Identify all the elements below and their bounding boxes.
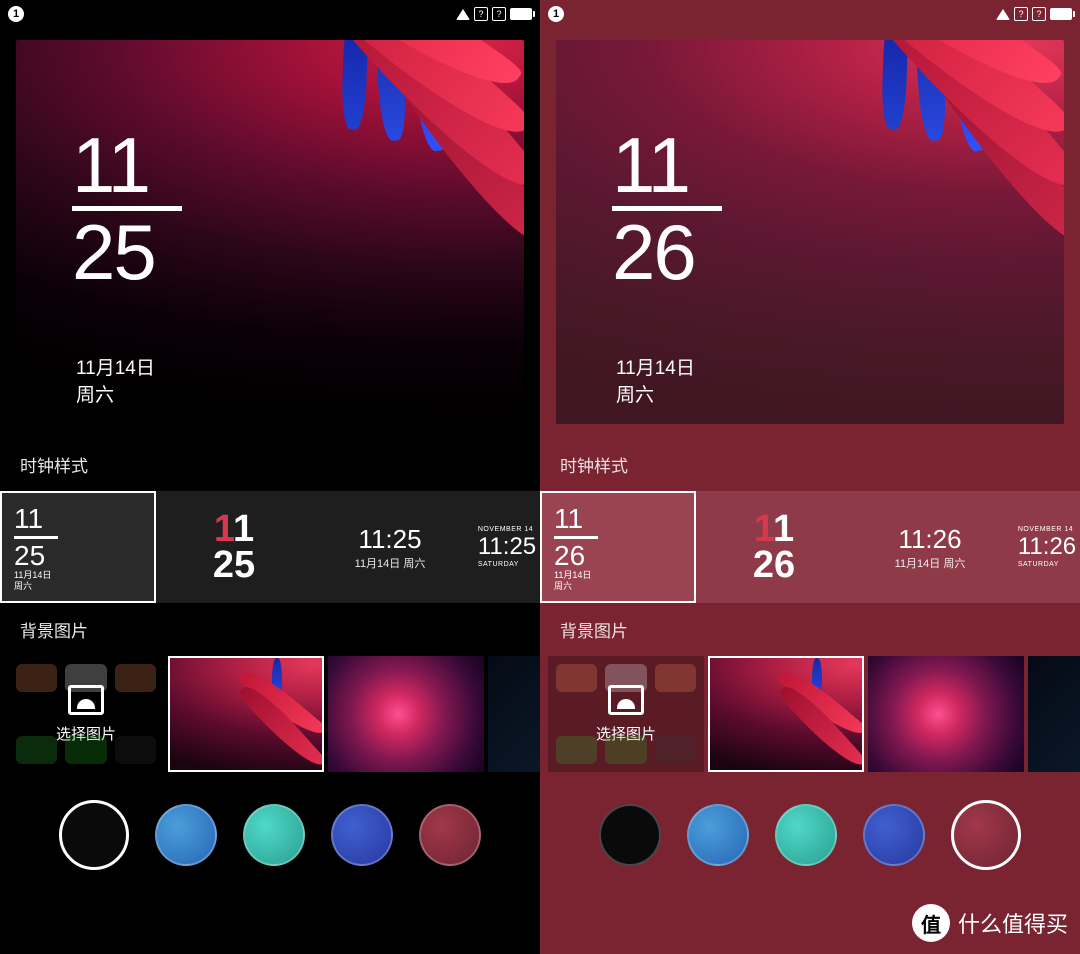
- lockscreen-preview: 11 25 11月14日 周六: [16, 40, 524, 424]
- wallpaper-option-feather[interactable]: [708, 656, 864, 772]
- signal-icon: ?: [1032, 7, 1046, 21]
- wallpaper-option-nebula[interactable]: [868, 656, 1024, 772]
- color-teal[interactable]: [243, 804, 305, 866]
- signal-icon: ?: [1014, 7, 1028, 21]
- clock-date: 11月14日 周六: [616, 356, 695, 409]
- wifi-icon: [456, 9, 470, 20]
- wallpaper-option-dark[interactable]: [1028, 656, 1080, 772]
- wallpaper-feathers: [164, 40, 524, 424]
- clock-style-carousel[interactable]: 11 26 11月14日周六 11 26 11:26 11月14日 周六 NOV…: [540, 491, 1080, 603]
- clock-style-2[interactable]: 11 25: [156, 491, 312, 603]
- wallpaper-feathers: [704, 40, 1064, 424]
- color-black[interactable]: [59, 800, 129, 870]
- status-bar: 1 ? ?: [540, 0, 1080, 28]
- color-darkblue[interactable]: [863, 804, 925, 866]
- color-darkblue[interactable]: [331, 804, 393, 866]
- status-bar: 1 ? ?: [0, 0, 540, 28]
- wifi-icon: [996, 9, 1010, 20]
- battery-icon: [1050, 8, 1072, 20]
- notification-badge: 1: [548, 6, 564, 22]
- section-background: 背景图片: [540, 603, 1080, 656]
- clock-minute: 26: [612, 217, 722, 287]
- battery-icon: [510, 8, 532, 20]
- phone-screen-dark: 1 ? ? 11 25 11月14日 周六 时钟样式 11 25: [0, 0, 540, 954]
- clock-style-1[interactable]: 11 26 11月14日周六: [540, 491, 696, 603]
- accent-color-row: [0, 776, 540, 870]
- gallery-icon: [608, 685, 644, 715]
- color-blue[interactable]: [155, 804, 217, 866]
- signal-icon: ?: [492, 7, 506, 21]
- section-background: 背景图片: [0, 603, 540, 656]
- accent-color-row: [540, 776, 1080, 870]
- clock-hour: 11: [612, 130, 722, 200]
- wallpaper-option-nebula[interactable]: [328, 656, 484, 772]
- notification-badge: 1: [8, 6, 24, 22]
- section-clock-style: 时钟样式: [0, 438, 540, 491]
- clock-widget: 11 26: [612, 130, 722, 287]
- clock-style-3[interactable]: 11:26 11月14日 周六: [852, 491, 1008, 603]
- watermark-icon: 值: [912, 904, 950, 942]
- background-carousel[interactable]: 选择图片: [540, 656, 1080, 776]
- clock-style-3[interactable]: 11:25 11月14日 周六: [312, 491, 468, 603]
- background-carousel[interactable]: 选择图片: [0, 656, 540, 776]
- choose-image-button[interactable]: 选择图片: [8, 656, 164, 772]
- clock-minute: 25: [72, 217, 182, 287]
- wallpaper-option-feather[interactable]: [168, 656, 324, 772]
- choose-image-button[interactable]: 选择图片: [548, 656, 704, 772]
- clock-style-2[interactable]: 11 26: [696, 491, 852, 603]
- signal-icon: ?: [474, 7, 488, 21]
- clock-style-4[interactable]: NOVEMBER 14 11:25 SATURDAY: [468, 491, 540, 603]
- color-red[interactable]: [951, 800, 1021, 870]
- color-teal[interactable]: [775, 804, 837, 866]
- color-red[interactable]: [419, 804, 481, 866]
- gallery-icon: [68, 685, 104, 715]
- clock-style-1[interactable]: 11 25 11月14日周六: [0, 491, 156, 603]
- section-clock-style: 时钟样式: [540, 438, 1080, 491]
- clock-style-4[interactable]: NOVEMBER 14 11:26 SATURDAY: [1008, 491, 1080, 603]
- color-black[interactable]: [599, 804, 661, 866]
- lockscreen-preview: 11 26 11月14日 周六: [556, 40, 1064, 424]
- watermark-text: 什么值得买: [958, 907, 1068, 939]
- wallpaper-option-dark[interactable]: [488, 656, 540, 772]
- clock-widget: 11 25: [72, 130, 182, 287]
- watermark: 值 什么值得买: [912, 904, 1068, 942]
- clock-hour: 11: [72, 130, 182, 200]
- clock-style-carousel[interactable]: 11 25 11月14日周六 11 25 11:25 11月14日 周六 NOV…: [0, 491, 540, 603]
- color-blue[interactable]: [687, 804, 749, 866]
- phone-screen-red: 1 ? ? 11 26 11月14日 周六 时钟样式 11 26: [540, 0, 1080, 954]
- clock-date: 11月14日 周六: [76, 356, 155, 409]
